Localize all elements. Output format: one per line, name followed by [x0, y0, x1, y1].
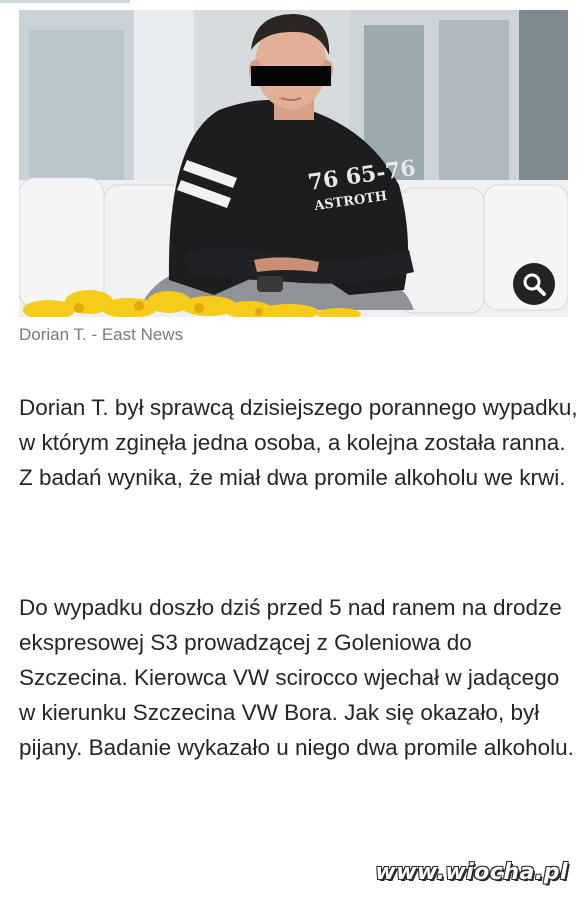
top-bar-accent: [0, 0, 130, 3]
site-watermark: www.wiocha.pl: [375, 860, 568, 885]
article-paragraph-2: Do wypadku doszło dziś przed 5 nad ranem…: [19, 595, 574, 760]
top-bar: [0, 0, 584, 10]
article-photo[interactable]: 76 65-76 ASTROTH: [19, 10, 568, 317]
magnifier-icon: [523, 273, 546, 296]
article-paragraph-1: Dorian T. był sprawcą dzisiejszego poran…: [19, 395, 578, 490]
zoom-button[interactable]: [513, 263, 555, 305]
photo-caption: Dorian T. - East News: [19, 325, 184, 344]
photo-illustration: 76 65-76 ASTROTH: [19, 10, 568, 317]
